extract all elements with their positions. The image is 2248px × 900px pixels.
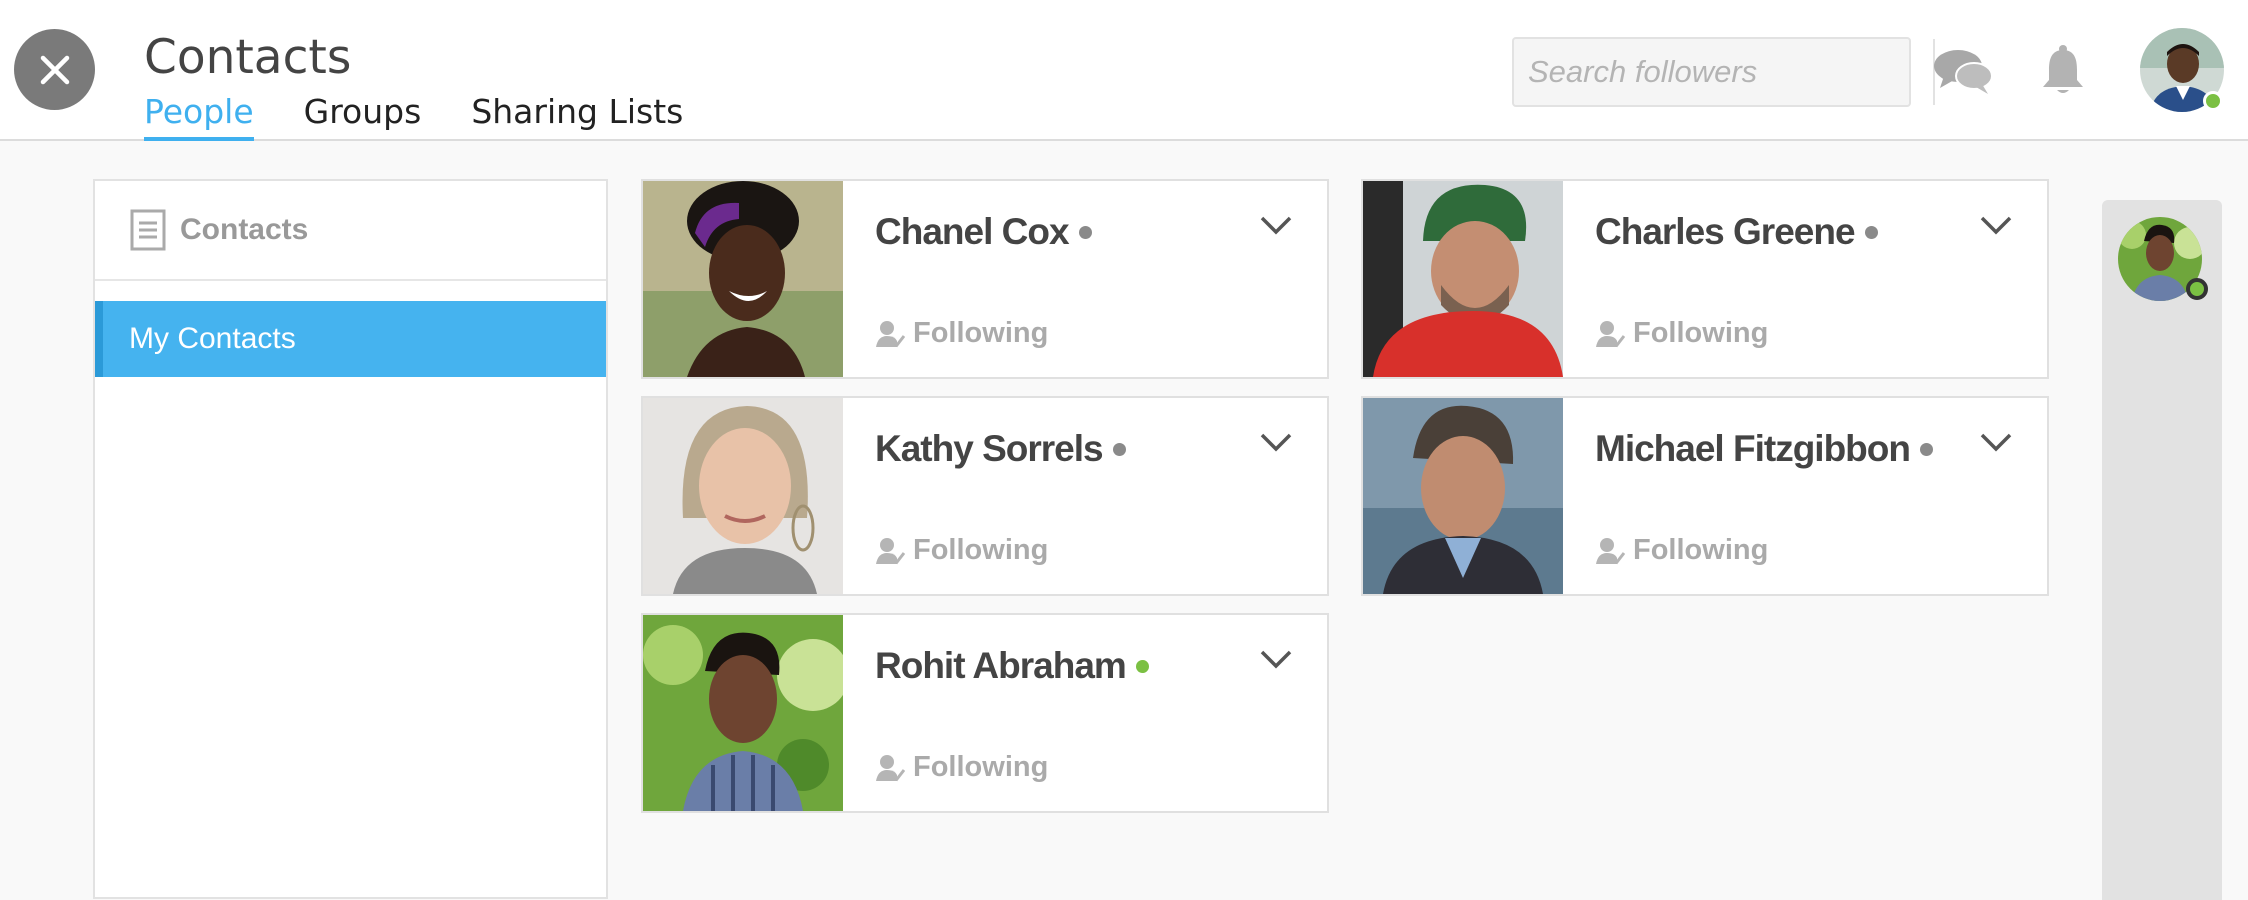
following-icon	[876, 537, 905, 564]
contact-photo	[643, 181, 843, 377]
bell-icon[interactable]	[2038, 44, 2088, 96]
presence-dot	[1919, 442, 1933, 456]
follow-status: Following	[1595, 317, 1768, 350]
contact-name: Rohit Abraham	[875, 645, 1149, 687]
follow-status: Following	[875, 534, 1048, 567]
chevron-down-icon[interactable]	[1259, 432, 1293, 454]
follow-status: Following	[875, 317, 1048, 350]
contact-photo	[643, 398, 843, 594]
close-button[interactable]	[14, 29, 95, 110]
app-header: Contacts People Groups Sharing Lists	[0, 0, 2248, 141]
presence-dot	[1078, 225, 1092, 239]
presence-dot	[1135, 659, 1149, 673]
contact-photo	[1363, 398, 1563, 594]
presence-dot	[1112, 442, 1126, 456]
chevron-down-icon[interactable]	[1979, 215, 2013, 237]
contact-card[interactable]: Charles Greene Following	[1361, 179, 2049, 379]
contact-photo	[1363, 181, 1563, 377]
rail-status-dot	[2186, 278, 2208, 300]
chat-rail	[2102, 200, 2222, 900]
list-icon	[130, 209, 166, 251]
contact-card[interactable]: Rohit Abraham Following	[641, 613, 1329, 813]
sidebar-header: Contacts	[95, 181, 606, 281]
close-icon	[40, 55, 69, 84]
following-icon	[1596, 320, 1625, 347]
presence-dot	[1864, 225, 1878, 239]
tab-bar: People Groups Sharing Lists	[144, 92, 733, 141]
contacts-sidebar: Contacts My Contacts	[93, 179, 608, 899]
tab-groups[interactable]: Groups	[304, 92, 422, 141]
search-input[interactable]	[1514, 39, 1933, 105]
follow-status: Following	[875, 751, 1048, 784]
contact-card[interactable]: Chanel Cox Following	[641, 179, 1329, 379]
contact-photo	[643, 615, 843, 811]
tab-people[interactable]: People	[144, 92, 254, 141]
chevron-down-icon[interactable]	[1259, 649, 1293, 671]
sidebar-item-my-contacts[interactable]: My Contacts	[95, 301, 606, 377]
contact-card[interactable]: Michael Fitzgibbon Following	[1361, 396, 2049, 596]
contact-name: Chanel Cox	[875, 211, 1092, 253]
contact-name: Charles Greene	[1595, 211, 1878, 253]
tab-sharing-lists[interactable]: Sharing Lists	[471, 92, 683, 141]
contact-name: Kathy Sorrels	[875, 428, 1126, 470]
contact-card[interactable]: Kathy Sorrels Following	[641, 396, 1329, 596]
chevron-down-icon[interactable]	[1259, 215, 1293, 237]
following-icon	[1596, 537, 1625, 564]
following-icon	[876, 754, 905, 781]
follow-status: Following	[1595, 534, 1768, 567]
chat-icon[interactable]	[1932, 46, 1994, 96]
user-status-dot	[2203, 91, 2223, 111]
following-icon	[876, 320, 905, 347]
search-box	[1512, 37, 1969, 107]
page-title: Contacts	[144, 30, 352, 85]
chevron-down-icon[interactable]	[1979, 432, 2013, 454]
sidebar-title: Contacts	[180, 213, 309, 246]
contact-name: Michael Fitzgibbon	[1595, 428, 1933, 470]
